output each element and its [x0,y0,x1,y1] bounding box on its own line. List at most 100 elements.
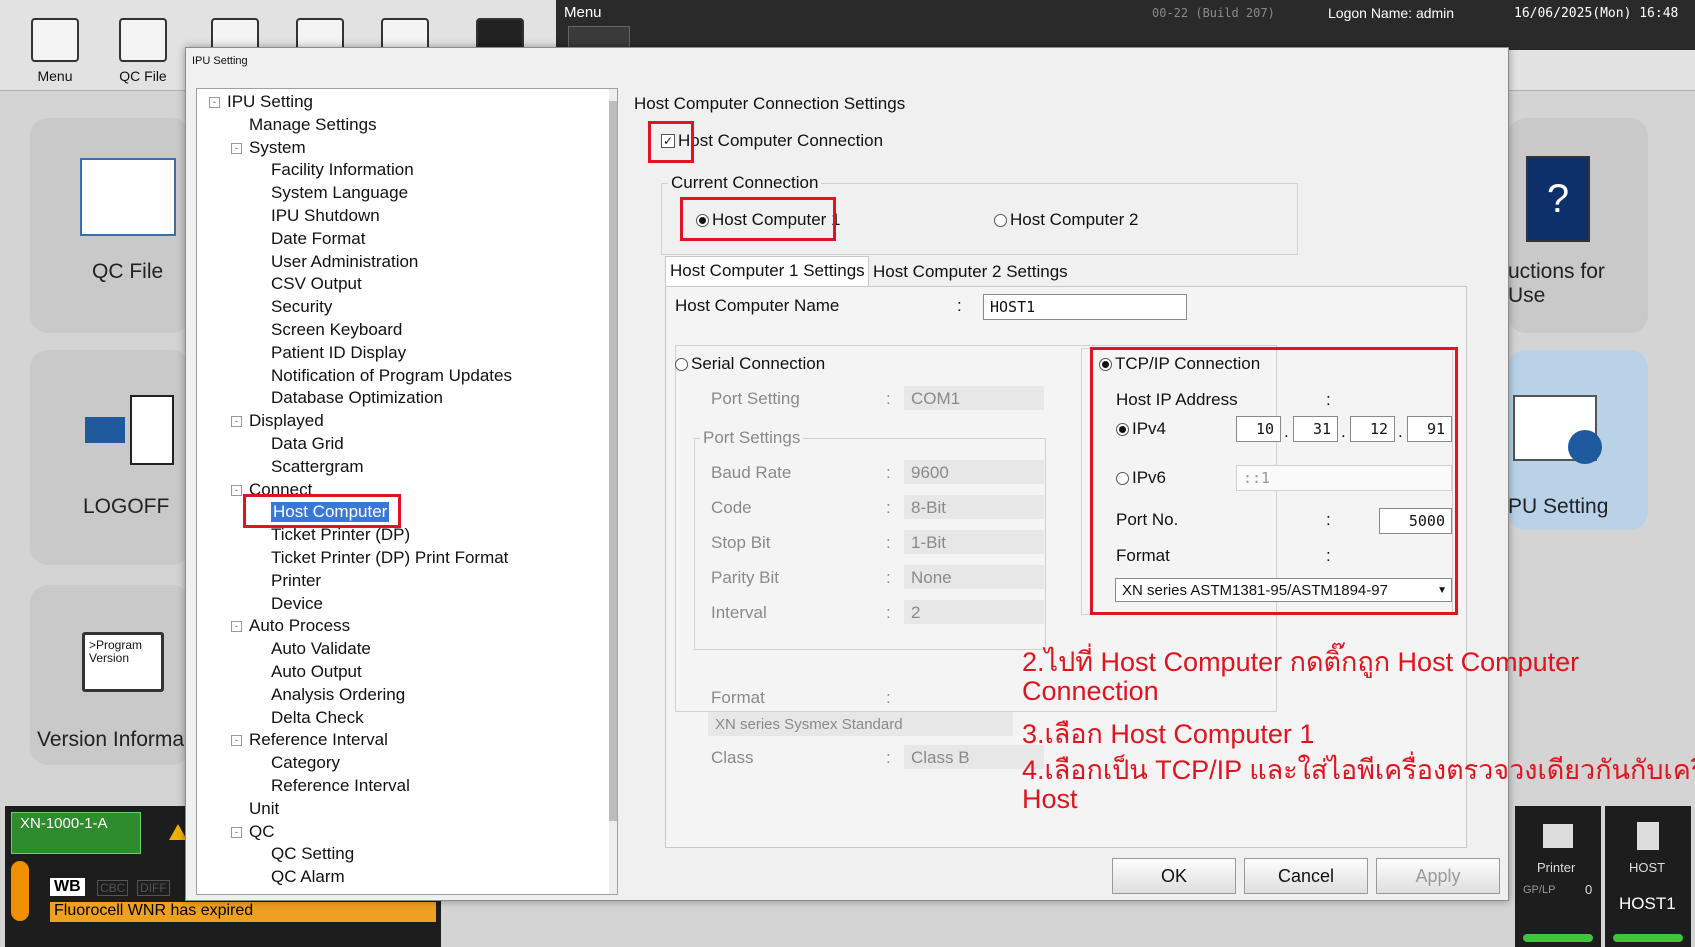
tab-host2-settings[interactable]: Host Computer 2 Settings [869,258,1069,286]
tree-item[interactable]: Displayed [249,411,324,431]
alert-bar[interactable]: Fluorocell WNR has expired [50,902,436,922]
tree-item[interactable]: IPU Setting [227,92,313,112]
logoff-icon [85,395,175,465]
tree-item[interactable]: Device [271,594,323,614]
tab-host1-settings[interactable]: Host Computer 1 Settings [665,256,869,287]
port-setting-input[interactable]: COM1 [904,386,1044,410]
tree-item[interactable]: Notification of Program Updates [271,366,512,386]
logoff-tile[interactable]: LOGOFF [30,350,190,565]
tree-item[interactable]: Delta Check [271,708,364,728]
build-info: 00-22 (Build 207) [1152,6,1275,20]
tab-host1-label: Host Computer 1 Settings [670,261,865,280]
highlight-host1 [680,197,836,241]
parity-bit-colon: : [886,568,891,587]
tree-item[interactable]: Auto Validate [271,639,371,659]
tree-item[interactable]: Data Grid [271,434,344,454]
qc-file-button[interactable]: QC File [98,10,188,88]
stop-bit-label: Stop Bit [711,533,771,552]
qc-chart-icon [80,158,176,236]
tree-item[interactable]: Auto Output [271,662,362,682]
tree-item[interactable]: CSV Output [271,274,362,294]
tree-item[interactable]: Scattergram [271,457,364,477]
program-version-icon: >Program Version [82,632,164,692]
tree-item[interactable]: Ticket Printer (DP) [271,525,410,545]
status-lamp [11,861,29,921]
current-connection-label: Current Connection [668,173,822,193]
tree-item[interactable]: QC Setting [271,844,354,864]
ipu-setting-tile[interactable]: PU Setting [1508,350,1648,530]
tree-item[interactable]: Analysis Ordering [271,685,405,705]
version-tile[interactable]: >Program Version Version Informa [30,585,190,765]
qc-file-tile[interactable]: QC File [30,118,190,333]
tree-collapse-icon[interactable]: - [231,416,242,428]
menu-bar-title: Menu [564,4,602,21]
qc-file-button-label: QC File [119,68,167,84]
tree-item[interactable]: Manage Settings [249,115,377,135]
tree-item[interactable]: System [249,138,306,158]
tree-item[interactable]: QC Alarm [271,867,345,887]
code-input[interactable]: 8-Bit [904,495,1044,519]
settings-tree[interactable]: IPU Setting - Manage Settings System - Facili… [196,88,618,895]
logon-name: Logon Name: admin [1328,5,1455,21]
tree-scroll-thumb[interactable] [609,101,617,821]
host-status-bar [1613,934,1683,942]
apply-button[interactable]: Apply [1376,858,1500,894]
serial-label: Serial Connection [691,354,830,374]
qc-file-tile-label: QC File [92,260,164,283]
annotation-step4-cont: Host [1022,784,1078,814]
tree-item[interactable]: Security [271,297,332,317]
host-value: HOST1 [1619,894,1676,913]
host-status-tile[interactable]: HOST HOST1 [1605,806,1691,947]
tree-item[interactable]: Facility Information [271,160,414,180]
tree-item[interactable]: Screen Keyboard [271,320,402,340]
baud-rate-input[interactable]: 9600 [904,460,1044,484]
tree-item[interactable]: Unit [249,799,279,819]
tree-item[interactable]: IPU Shutdown [271,206,380,226]
serial-format-colon: : [886,688,891,707]
host-name-label: Host Computer Name [675,296,840,315]
serial-format-select[interactable]: XN series Sysmex Standard [708,712,1013,736]
highlight-tcpip [1090,347,1458,615]
stop-bit-input[interactable]: 1-Bit [904,530,1044,554]
code-colon: : [886,498,891,517]
tree-collapse-icon[interactable]: - [231,735,242,747]
cancel-button[interactable]: Cancel [1244,858,1368,894]
serial-radio[interactable] [675,358,688,371]
printer-label: Printer [1537,860,1576,875]
baud-rate-label: Baud Rate [711,463,792,482]
parity-bit-input[interactable]: None [904,565,1044,589]
tree-item[interactable]: Date Format [271,229,365,249]
host-name-colon: : [957,296,962,315]
instrument-badge[interactable]: XN-1000-1-A [11,812,141,854]
tree-item[interactable]: System Language [271,183,408,203]
instructions-tile[interactable]: ? uctions for Use [1508,118,1648,333]
menu-button[interactable]: Menu [10,10,100,88]
tree-collapse-icon[interactable]: - [231,826,242,838]
tree-item[interactable]: QC [249,822,275,842]
tree-item[interactable]: Ticket Printer (DP) Print Format [271,548,508,568]
tree-item[interactable]: User Administration [271,252,418,272]
tree-collapse-icon[interactable]: - [231,484,242,496]
host2-radio[interactable] [994,214,1007,227]
tree-collapse-icon[interactable]: - [231,142,242,154]
tree-item[interactable]: Patient ID Display [271,343,406,363]
class-label: Class [711,748,754,767]
ok-button[interactable]: OK [1112,858,1236,894]
tree-item[interactable]: Category [271,753,340,773]
printer-status-tile[interactable]: Printer GP/LP 0 [1515,806,1601,947]
tree-item[interactable]: Reference Interval [271,776,410,796]
tree-collapse-icon[interactable]: - [231,621,242,633]
dialog-title: IPU Setting [192,55,248,67]
printer-icon [1543,824,1573,848]
interval-input[interactable]: 2 [904,600,1044,624]
tree-item[interactable]: Printer [271,571,321,591]
host-name-input[interactable]: HOST1 [983,294,1187,320]
tree-item[interactable]: Reference Interval [249,730,388,750]
tree-item[interactable]: Database Optimization [271,388,443,408]
tree-item[interactable]: Auto Process [249,616,350,636]
section-title: Host Computer Connection Settings [634,94,906,113]
tree-collapse-icon[interactable]: - [209,97,220,108]
class-colon: : [886,748,891,767]
stop-bit-colon: : [886,533,891,552]
instrument-name: XN-1000-1-A [20,815,108,832]
